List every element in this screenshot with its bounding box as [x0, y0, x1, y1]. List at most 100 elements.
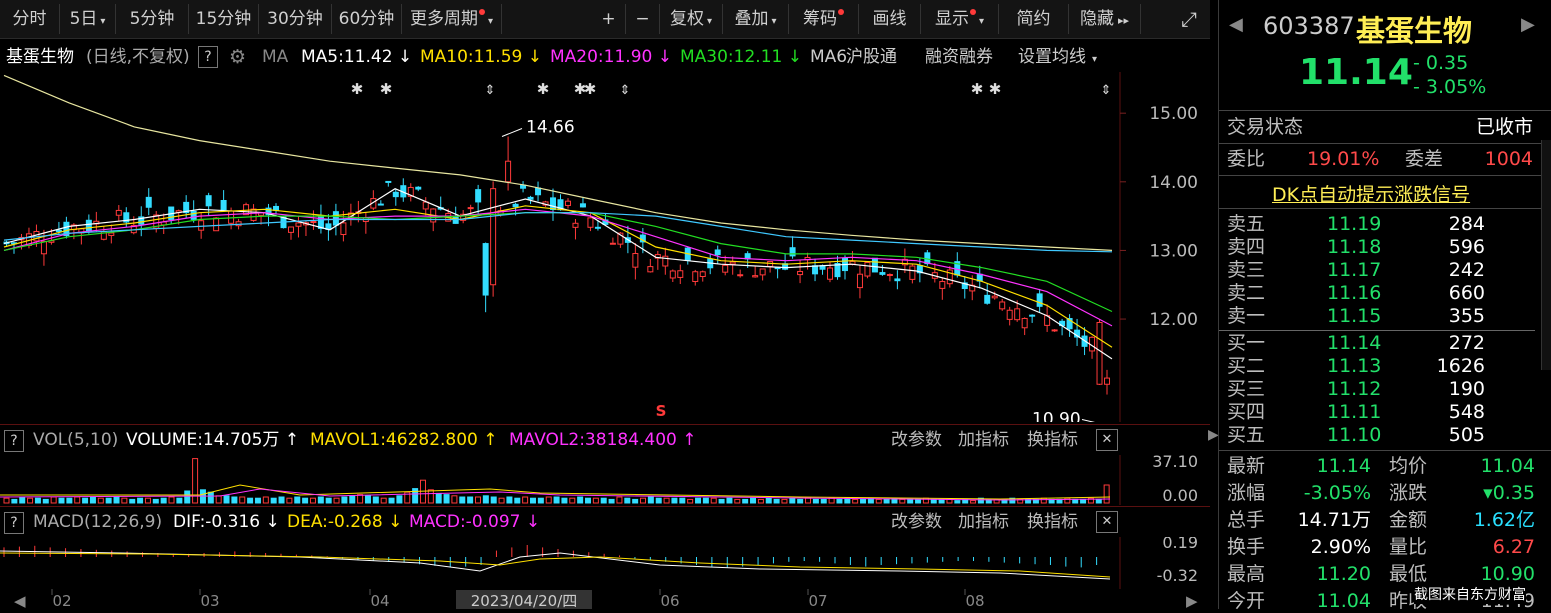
volume-bar	[1040, 497, 1047, 504]
volume-bar	[223, 495, 230, 504]
toolbar-button-8[interactable]: −	[626, 4, 660, 34]
toolbar-button-3[interactable]: 15分钟	[189, 4, 259, 34]
volume-bar	[113, 496, 120, 504]
vol-close-icon[interactable]: ✕	[1096, 429, 1118, 451]
ask-row[interactable]: 卖一 11.15 355	[1219, 305, 1535, 328]
volume-bar	[687, 498, 694, 504]
candle-body	[587, 217, 594, 228]
toolbar-button-15[interactable]: 隐藏 ▸▸	[1069, 4, 1141, 34]
stat-value: 11.20	[1316, 563, 1371, 585]
month-label: 07	[808, 592, 827, 609]
mavol1-arrow-icon: ↑	[483, 430, 498, 450]
ask-label: 卖三	[1227, 259, 1266, 281]
volume-bar	[74, 496, 81, 504]
bid-row[interactable]: 买一 11.14 272	[1219, 332, 1535, 355]
volume-bar	[522, 496, 529, 504]
bid-row[interactable]: 买五 11.10 505	[1219, 424, 1535, 447]
side-scroll-strip[interactable]	[1541, 140, 1551, 370]
prev-stock-icon[interactable]: ◀	[1229, 14, 1243, 35]
macd-switch-indicator-button[interactable]: 换指标	[1027, 507, 1078, 537]
bid-label: 买一	[1227, 332, 1266, 354]
margin-trading-link[interactable]: 融资融券	[925, 42, 993, 72]
toolbar-button-11[interactable]: 筹码	[789, 4, 859, 34]
fullscreen-icon[interactable]: ⤢	[1172, 4, 1206, 34]
toolbar-button-2[interactable]: 5分钟	[116, 4, 189, 34]
candle-body	[310, 221, 317, 224]
toolbar-button-9[interactable]: 复权 ▾	[660, 4, 723, 34]
candle-body	[856, 273, 863, 289]
macd-indicator-name: MACD(12,26,9)	[33, 512, 163, 532]
toolbar-button-0[interactable]: 分时	[0, 4, 60, 34]
toolbar-button-13[interactable]: 显示 ▾	[921, 4, 999, 34]
macd-header: ? MACD(12,26,9) DIF:-0.316 ↓ DEA:-0.268 …	[0, 506, 1210, 537]
bid-row[interactable]: 买四 11.11 548	[1219, 401, 1535, 424]
volume-bar	[742, 498, 749, 504]
volume-bar	[357, 494, 364, 504]
candle-body	[535, 187, 542, 196]
macd-chart[interactable]: 0.19 -0.32	[0, 537, 1210, 589]
toolbar-button-6[interactable]: 更多周期 ▾	[402, 4, 502, 34]
volume-bar	[640, 497, 647, 504]
bid-price: 11.10	[1327, 424, 1382, 446]
candle-body	[505, 160, 512, 183]
candle-body	[550, 197, 557, 210]
vol-switch-indicator-button[interactable]: 换指标	[1027, 425, 1078, 455]
ma10-arrow-icon: ↓	[527, 47, 542, 67]
ask-row[interactable]: 卖二 11.16 660	[1219, 282, 1535, 305]
volume-bar	[333, 497, 340, 504]
bid-row[interactable]: 买二 11.13 1626	[1219, 355, 1535, 378]
ma-settings-link[interactable]: 设置均线 ▾	[1018, 42, 1097, 75]
help-button[interactable]: ?	[198, 46, 218, 68]
candle-body	[714, 249, 721, 256]
next-stock-icon[interactable]: ▶	[1521, 14, 1535, 35]
ask-row[interactable]: 卖五 11.19 284	[1219, 213, 1535, 236]
volume-bar	[569, 497, 576, 504]
vol-help-button[interactable]: ?	[4, 430, 24, 452]
macd-arrow-icon: ↓	[525, 512, 541, 532]
ask-volume: 242	[1448, 259, 1485, 281]
volume-bar	[278, 496, 285, 504]
ma20-arrow-icon: ↓	[657, 47, 672, 67]
gear-icon[interactable]: ⚙	[229, 42, 246, 72]
candle-body	[475, 189, 482, 203]
toolbar-button-7[interactable]: +	[592, 4, 626, 34]
volume-bar	[553, 496, 560, 504]
volume-bar	[710, 497, 717, 504]
volume-bar	[349, 495, 356, 504]
panel-splitter-icon[interactable]: ▶	[1208, 420, 1219, 450]
toolbar-button-5[interactable]: 60分钟	[332, 4, 402, 34]
toolbar-button-label: 隐藏	[1079, 9, 1114, 29]
toolbar-button-10[interactable]: 叠加 ▾	[723, 4, 789, 34]
toolbar-button-12[interactable]: 画线	[859, 4, 921, 34]
candle-body	[1104, 377, 1111, 385]
bid-volume: 272	[1448, 332, 1485, 354]
ask-row[interactable]: 卖四 11.18 596	[1219, 236, 1535, 259]
macd-help-button[interactable]: ?	[4, 512, 24, 534]
current-price: 11.14	[1299, 52, 1413, 93]
ask-price: 11.16	[1327, 282, 1382, 304]
volume-bar	[899, 498, 906, 504]
mavol2-value: MAVOL2:38184.400 ↑	[509, 430, 697, 450]
vol-tick-label: 0.00	[1162, 486, 1198, 505]
volume-bar	[372, 496, 379, 504]
hsgt-link[interactable]: 沪股通	[846, 42, 897, 72]
macd-params-button[interactable]: 改参数	[891, 507, 942, 537]
toolbar-button-1[interactable]: 5日 ▾	[60, 4, 116, 34]
ask-row[interactable]: 卖三 11.17 242	[1219, 259, 1535, 282]
event-star-icon: ✱	[537, 80, 550, 98]
toolbar-button-14[interactable]: 简约	[999, 4, 1069, 34]
vol-add-indicator-button[interactable]: 加指标	[958, 425, 1009, 455]
macd-add-indicator-button[interactable]: 加指标	[958, 507, 1009, 537]
toolbar-button-4[interactable]: 30分钟	[259, 4, 332, 34]
candlestick-chart[interactable]: 15.0014.0013.0012.0014.6610.90✱ ✱ ✱ ✱✱ ✱ ✱⇕ ⇕ ⇕…	[0, 72, 1210, 422]
bid-row[interactable]: 买三 11.12 190	[1219, 378, 1535, 401]
volume-chart[interactable]: 37.10 0.00	[0, 455, 1210, 505]
candle-body	[228, 210, 235, 224]
volume-bar	[286, 497, 293, 504]
volume-bar	[144, 497, 151, 504]
dk-signal-link[interactable]: DK点自动提示涨跌信号	[1272, 180, 1470, 207]
month-label: 02	[52, 592, 71, 609]
vol-params-button[interactable]: 改参数	[891, 425, 942, 455]
macd-close-icon[interactable]: ✕	[1096, 511, 1118, 533]
candle-body	[909, 265, 916, 280]
